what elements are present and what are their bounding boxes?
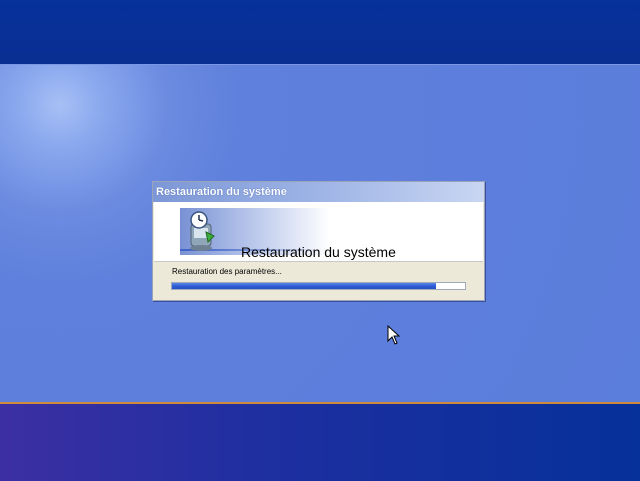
progress-bar bbox=[171, 282, 466, 290]
mouse-cursor-icon bbox=[387, 325, 401, 345]
dialog-title: Restauration du système bbox=[156, 186, 287, 198]
top-banner-band bbox=[0, 0, 640, 65]
dialog-title-bar: Restauration du système bbox=[153, 182, 484, 202]
banner-title: Restauration du système bbox=[241, 244, 396, 260]
system-restore-icon bbox=[190, 211, 215, 251]
progress-fill bbox=[172, 283, 436, 289]
dialog-banner: Restauration du système bbox=[154, 202, 483, 262]
status-text: Restauration des paramètres... bbox=[172, 267, 282, 276]
system-restore-dialog: Restauration du système Restauration du … bbox=[152, 181, 485, 301]
bottom-banner-band bbox=[0, 402, 640, 481]
